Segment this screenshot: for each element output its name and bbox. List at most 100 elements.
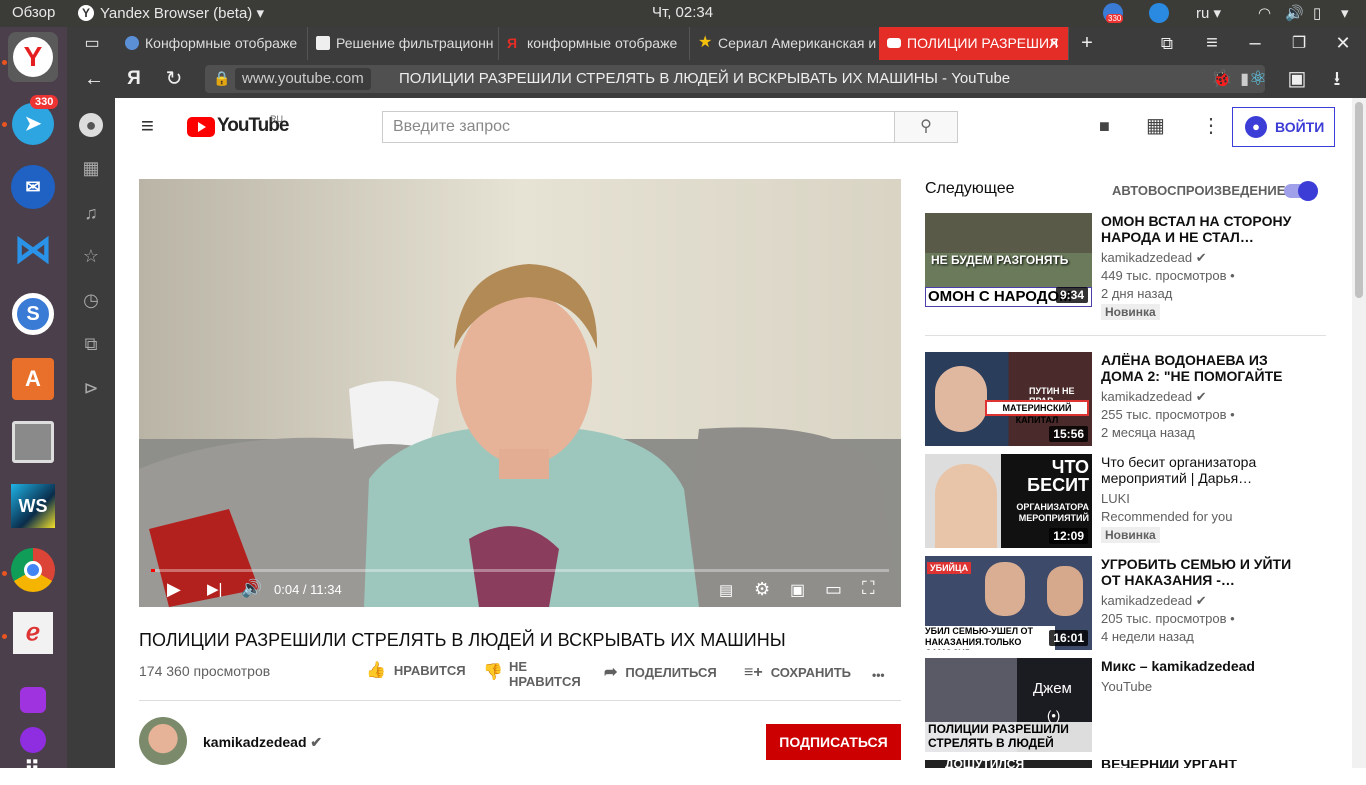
miniplayer-icon[interactable]: ▣	[790, 580, 805, 600]
alice-launcher-2[interactable]	[8, 725, 58, 755]
video-thumbnail[interactable]: Джем (•) ПОЛИЦИИ РАЗРЕШИЛИ СТРЕЛЯТЬ В ЛЮ…	[925, 658, 1092, 752]
files-launcher[interactable]	[8, 417, 58, 467]
autoplay-toggle[interactable]	[1284, 181, 1318, 201]
vscode-launcher[interactable]: ⋈	[8, 225, 58, 275]
save-button[interactable]: ≡+ СОХРАНИТЬ	[744, 665, 851, 681]
reader-launcher[interactable]: ℯ	[8, 608, 58, 658]
related-video-5[interactable]: ДОШУТИЛСЯ ВЕЧЕРНИЙ УРГАНТ ЗАКРОЮТ	[925, 760, 1325, 768]
video-title[interactable]: ВЕЧЕРНИЙ УРГАНТ ЗАКРОЮТ	[1101, 760, 1301, 768]
chrome-launcher[interactable]	[8, 545, 58, 595]
bell-icon[interactable]: ♫	[79, 201, 103, 225]
language-indicator[interactable]: ru ▾	[1196, 4, 1221, 22]
subtitles-icon[interactable]: ▤	[719, 581, 733, 599]
webstorm-launcher[interactable]: WS	[8, 481, 58, 531]
back-icon[interactable]: ←	[79, 65, 109, 93]
wifi-icon[interactable]: ◠	[1258, 4, 1271, 22]
alice-launcher[interactable]	[8, 682, 58, 718]
video-title[interactable]: АЛЁНА ВОДОНАЕВА ИЗ ДОМА 2: "НЕ ПОМОГАЙТЕ…	[1101, 352, 1301, 384]
channel-name[interactable]: kamikadzedead ✔	[203, 734, 322, 751]
tabs-view-icon[interactable]: ⧉	[1147, 27, 1187, 60]
settings-gear-icon[interactable]: ⚙	[754, 579, 770, 600]
more-options-icon[interactable]: ⋮	[1201, 113, 1221, 138]
related-mix-4[interactable]: Джем (•) ПОЛИЦИИ РАЗРЕШИЛИ СТРЕЛЯТЬ В ЛЮ…	[925, 658, 1325, 752]
more-actions-icon[interactable]: •••	[872, 668, 885, 682]
like-button[interactable]: 👍 НРАВИТСЯ	[366, 663, 466, 679]
ladybug-extension-icon[interactable]: 🐞	[1207, 65, 1237, 93]
menu-icon[interactable]: ≡	[1192, 27, 1232, 60]
related-video-2[interactable]: ЧТО БЕСИТ ОРГАНИЗАТОРА МЕРОПРИЯТИЙ 12:09…	[925, 454, 1325, 548]
reload-icon[interactable]: ↻	[159, 65, 189, 93]
teamviewer-icon[interactable]	[1149, 3, 1169, 23]
volume-icon[interactable]: 🔊	[1285, 4, 1304, 22]
extension-icon[interactable]: ▣	[1282, 65, 1312, 93]
new-tab-icon[interactable]: +	[1067, 27, 1107, 60]
volume-icon[interactable]: 🔊	[241, 579, 262, 599]
address-bar[interactable]: 🔒 www.youtube.com ПОЛИЦИИ РАЗРЕШИЛИ СТРЕ…	[205, 65, 1265, 93]
video-title[interactable]: УГРОБИТЬ СЕМЬЮ И УЙТИ ОТ НАКАЗАНИЯ -…	[1101, 556, 1301, 588]
software-center-launcher[interactable]: A	[8, 354, 58, 404]
power-menu-icon[interactable]: ▾	[1341, 4, 1349, 22]
theater-mode-icon[interactable]: ▭	[825, 579, 842, 600]
video-title[interactable]: ОМОН ВСТАЛ НА СТОРОНУ НАРОДА И НЕ СТАЛ…	[1101, 213, 1301, 245]
share-button[interactable]: ➦ ПОДЕЛИТЬСЯ	[604, 664, 717, 681]
minimize-icon[interactable]: –	[1235, 27, 1275, 60]
battery-icon[interactable]: ▯	[1313, 4, 1321, 22]
search-button[interactable]: ⚲	[894, 111, 958, 143]
simplenote-launcher[interactable]: S	[8, 289, 58, 339]
tab-1[interactable]: Решение фильтрационн	[308, 27, 499, 60]
tab-4-active[interactable]: ПОЛИЦИИ РАЗРЕШИЛ ✕	[879, 27, 1069, 60]
profile-icon[interactable]: ●	[79, 113, 103, 137]
play-circle-icon[interactable]: ⊳	[79, 376, 103, 400]
video-thumbnail[interactable]: ПУТИН НЕ ПРАВ МАТЕРИНСКИЙ КАПИТАЛ 15:56	[925, 352, 1092, 446]
collections-icon[interactable]: ⧉	[79, 332, 103, 356]
tab-0[interactable]: Конформные отображе	[117, 27, 308, 60]
show-applications-icon[interactable]: ⠿	[8, 755, 58, 785]
related-video-0[interactable]: НЕ БУДЕМ РАЗГОНЯТЬ ОМОН С НАРОДОМ 9:34 О…	[925, 213, 1325, 320]
video-title[interactable]: Микс – kamikadzedead	[1101, 658, 1301, 674]
url-host: www.youtube.com	[235, 68, 371, 90]
app-menu[interactable]: Yandex Browser (beta) ▾	[100, 4, 264, 22]
close-tab-icon[interactable]: ✕	[1048, 27, 1060, 60]
tab-label: ПОЛИЦИИ РАЗРЕШИЛ	[907, 35, 1059, 51]
seek-bar[interactable]	[151, 569, 889, 572]
video-player[interactable]: ▶ ▶| 🔊 0:04 / 11:34 ▤ ⚙ ▣ ▭ ⛶	[139, 179, 901, 607]
hamburger-icon[interactable]: ≡	[141, 114, 154, 138]
apps-grid-icon[interactable]: ▦	[79, 156, 103, 180]
related-video-1[interactable]: ПУТИН НЕ ПРАВ МАТЕРИНСКИЙ КАПИТАЛ 15:56 …	[925, 352, 1325, 446]
yandex-home-icon[interactable]: Я	[119, 65, 149, 93]
activities-button[interactable]: Обзор	[12, 4, 55, 21]
maximize-icon[interactable]: ❐	[1279, 27, 1319, 60]
alice-icon	[20, 687, 46, 713]
fullscreen-icon[interactable]: ⛶	[862, 578, 875, 599]
play-icon[interactable]: ▶	[167, 579, 181, 600]
close-window-icon[interactable]: ✕	[1323, 27, 1363, 60]
page-scrollbar[interactable]	[1352, 98, 1366, 768]
history-icon[interactable]: ◷	[79, 288, 103, 312]
video-thumbnail[interactable]: ДОШУТИЛСЯ	[925, 760, 1092, 768]
share-icon: ➦	[604, 664, 618, 681]
sign-in-button[interactable]: ● ВОЙТИ	[1232, 107, 1335, 147]
yandex-browser-launcher[interactable]: Y	[8, 32, 58, 82]
tab-2[interactable]: Яконформные отображе	[499, 27, 690, 60]
next-icon[interactable]: ▶|	[207, 580, 222, 598]
related-video-3[interactable]: УБИЙЦА УБИЛ СЕМЬЮ-УШЕЛ ОТ НАКАЗАНИЯ.ТОЛЬ…	[925, 556, 1325, 650]
tab-3[interactable]: ★ Сериал Американская и	[690, 27, 881, 60]
search-input[interactable]: Введите запрос ⚲	[382, 111, 958, 143]
downloads-icon[interactable]: ⭳	[1322, 65, 1352, 93]
apps-icon[interactable]: ▦	[1146, 113, 1165, 138]
video-thumbnail[interactable]: ЧТО БЕСИТ ОРГАНИЗАТОРА МЕРОПРИЯТИЙ 12:09	[925, 454, 1092, 548]
channel-avatar[interactable]	[139, 717, 187, 765]
subscribe-button[interactable]: ПОДПИСАТЬСЯ	[766, 724, 901, 760]
thunderbird-launcher[interactable]: ✉	[8, 162, 58, 212]
video-thumbnail[interactable]: НЕ БУДЕМ РАЗГОНЯТЬ ОМОН С НАРОДОМ 9:34	[925, 213, 1092, 307]
clock[interactable]: Чт, 02:34	[652, 4, 713, 21]
youtube-logo-icon[interactable]	[187, 117, 215, 137]
scrollbar-thumb[interactable]	[1355, 102, 1363, 298]
star-icon[interactable]: ☆	[79, 244, 103, 268]
video-thumbnail[interactable]: УБИЙЦА УБИЛ СЕМЬЮ-УШЕЛ ОТ НАКАЗАНИЯ.ТОЛЬ…	[925, 556, 1092, 650]
upload-video-icon[interactable]: ■	[1099, 116, 1110, 137]
share-label: ПОДЕЛИТЬСЯ	[625, 665, 717, 680]
react-devtools-icon[interactable]: ⚛	[1243, 65, 1273, 93]
sidebar-toggle-icon[interactable]: ▭	[72, 27, 112, 60]
video-title[interactable]: Что бесит организатора мероприятий | Дар…	[1101, 454, 1301, 486]
